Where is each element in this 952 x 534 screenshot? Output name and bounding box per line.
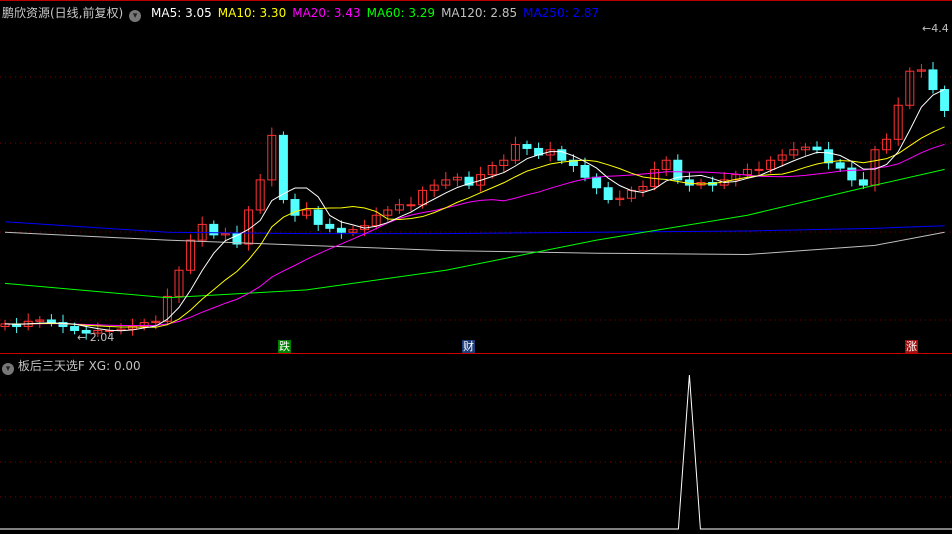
chevron-down-icon[interactable]: ▾ bbox=[2, 363, 14, 375]
candle-body bbox=[824, 149, 834, 164]
candle-body bbox=[858, 179, 868, 186]
panel-separator bbox=[0, 353, 952, 354]
badge-rise[interactable]: 涨 bbox=[905, 340, 918, 353]
high-price-label: ←4.4 bbox=[922, 22, 949, 35]
candle-body bbox=[406, 204, 416, 207]
ma20-line bbox=[4, 143, 945, 327]
candle-body bbox=[928, 69, 938, 91]
badge-fall[interactable]: 跌 bbox=[278, 340, 291, 353]
low-price-label: ← 2.04 bbox=[77, 331, 114, 344]
indicator-title: 板后三天选F bbox=[17, 359, 85, 373]
ma120-line bbox=[4, 231, 945, 256]
badge-finance[interactable]: 财 bbox=[462, 340, 475, 353]
candle-body bbox=[209, 223, 219, 236]
candle-body bbox=[835, 162, 845, 169]
candle-body bbox=[325, 223, 335, 229]
ma5-line bbox=[4, 88, 945, 332]
candle-body bbox=[70, 326, 80, 331]
candle-body bbox=[278, 134, 288, 201]
candle-body bbox=[313, 209, 323, 225]
candle-body bbox=[812, 146, 822, 151]
candle-body bbox=[580, 164, 590, 178]
candle-body bbox=[592, 176, 602, 189]
kline-chart[interactable]: ← 2.04 ←4.4 bbox=[0, 0, 952, 534]
candle-body bbox=[603, 187, 613, 201]
candle-body bbox=[46, 319, 56, 324]
candle-body bbox=[522, 144, 532, 149]
indicator-value: XG: 0.00 bbox=[88, 359, 141, 373]
indicator-header: ▾ 板后三天选F XG: 0.00 bbox=[2, 357, 141, 375]
xg-signal-line bbox=[0, 374, 952, 530]
candle-body bbox=[754, 168, 764, 171]
candle-body bbox=[940, 89, 950, 111]
candle-body bbox=[336, 227, 346, 233]
